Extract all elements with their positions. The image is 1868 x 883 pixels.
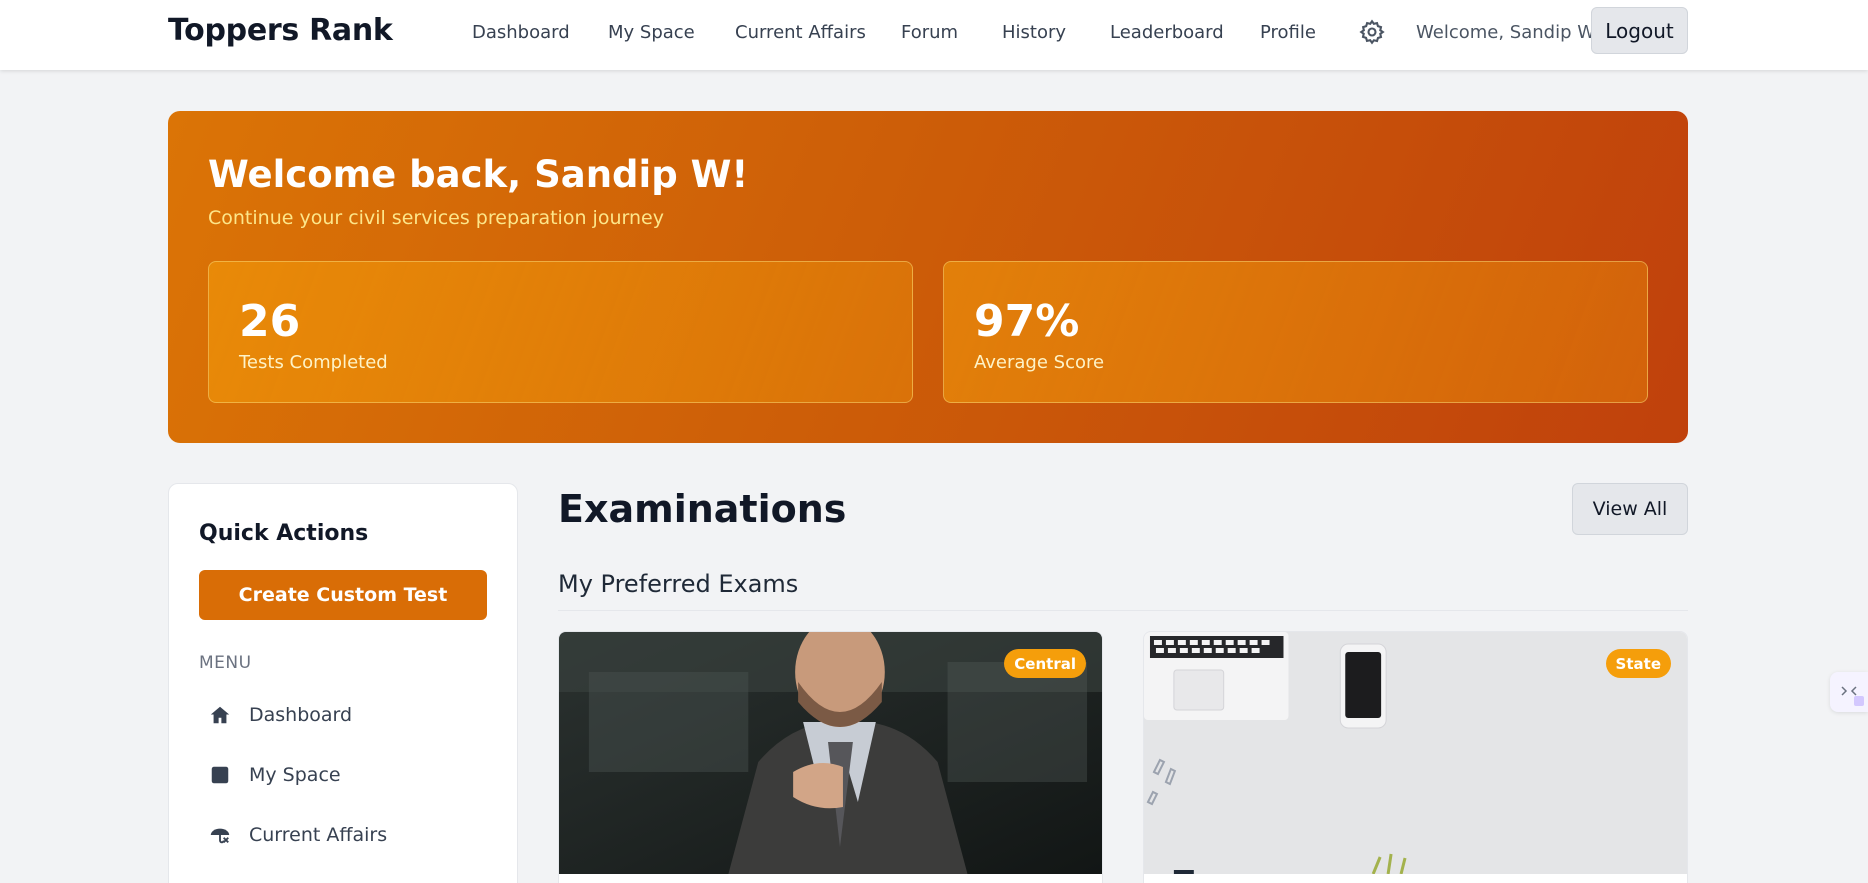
stat-label: Tests Completed (239, 352, 388, 373)
nav-dashboard[interactable]: Dashboard (472, 22, 570, 43)
gear-icon[interactable] (1358, 18, 1386, 46)
welcome-banner: Welcome back, Sandip W! Continue your ci… (168, 111, 1688, 443)
welcome-user-text: Welcome, Sandip W (1416, 22, 1596, 43)
stat-value: 97% (974, 296, 1080, 347)
nav-forum[interactable]: Forum (901, 22, 958, 43)
sidebar-item-my-space[interactable]: My Space (199, 753, 489, 797)
exam-card-image (1144, 632, 1687, 874)
view-all-button[interactable]: View All (1572, 483, 1688, 535)
stat-value: 26 (239, 296, 301, 347)
quick-actions-panel: Quick Actions Create Custom Test MENU Da… (168, 483, 518, 883)
stat-card-score: 97% Average Score (943, 261, 1648, 403)
umbrella-icon (210, 828, 230, 844)
nav-history[interactable]: History (1002, 22, 1066, 43)
nav-profile[interactable]: Profile (1260, 22, 1316, 43)
welcome-subtitle: Continue your civil services preparation… (208, 207, 664, 229)
floating-widget-tab[interactable] (1830, 672, 1868, 712)
sidebar-item-dashboard[interactable]: Dashboard (199, 693, 489, 737)
section-divider (558, 610, 1688, 611)
square-icon (211, 766, 229, 784)
stat-label: Average Score (974, 352, 1105, 373)
exam-card-central[interactable]: Central (558, 631, 1103, 883)
logout-button[interactable]: Logout (1591, 7, 1688, 54)
top-navbar: Toppers Rank Dashboard My Space Current … (0, 0, 1868, 70)
stat-card-tests: 26 Tests Completed (208, 261, 913, 403)
preferred-exams-heading: My Preferred Exams (558, 570, 799, 598)
exam-card-state[interactable]: State (1143, 631, 1688, 883)
sidebar-item-label: My Space (249, 764, 341, 786)
collapse-arrows-icon (1841, 686, 1864, 706)
welcome-heading: Welcome back, Sandip W! (208, 153, 749, 196)
sidebar-item-label: Current Affairs (249, 824, 388, 846)
brand-logo[interactable]: Toppers Rank (168, 13, 393, 48)
home-icon (210, 706, 230, 724)
category-badge: Central (1004, 649, 1086, 678)
sidebar-item-current-affairs[interactable]: Current Affairs (199, 813, 489, 857)
create-custom-test-button[interactable]: Create Custom Test (199, 570, 487, 620)
nav-leaderboard[interactable]: Leaderboard (1110, 22, 1224, 43)
nav-my-space[interactable]: My Space (608, 22, 695, 43)
menu-label: MENU (199, 653, 252, 673)
examinations-heading: Examinations (558, 487, 847, 531)
sidebar-item-label: Dashboard (249, 704, 353, 726)
nav-current-affairs[interactable]: Current Affairs (735, 22, 866, 43)
quick-actions-title: Quick Actions (199, 521, 369, 546)
category-badge: State (1605, 649, 1671, 678)
